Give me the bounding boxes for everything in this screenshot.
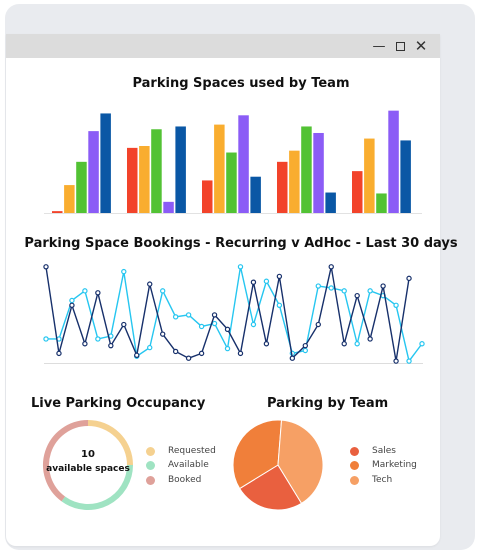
legend-item-marketing: Marketing bbox=[350, 460, 417, 470]
legend-dot bbox=[350, 460, 359, 470]
legend-label: Marketing bbox=[372, 460, 417, 470]
legend-dot bbox=[350, 446, 359, 456]
legend-label: Sales bbox=[372, 446, 396, 456]
legend-item-tech: Tech bbox=[350, 475, 392, 485]
legend-dot bbox=[350, 475, 359, 485]
legend-item-sales: Sales bbox=[350, 446, 396, 456]
legend-label: Tech bbox=[372, 475, 393, 485]
team-pie bbox=[232, 419, 324, 511]
